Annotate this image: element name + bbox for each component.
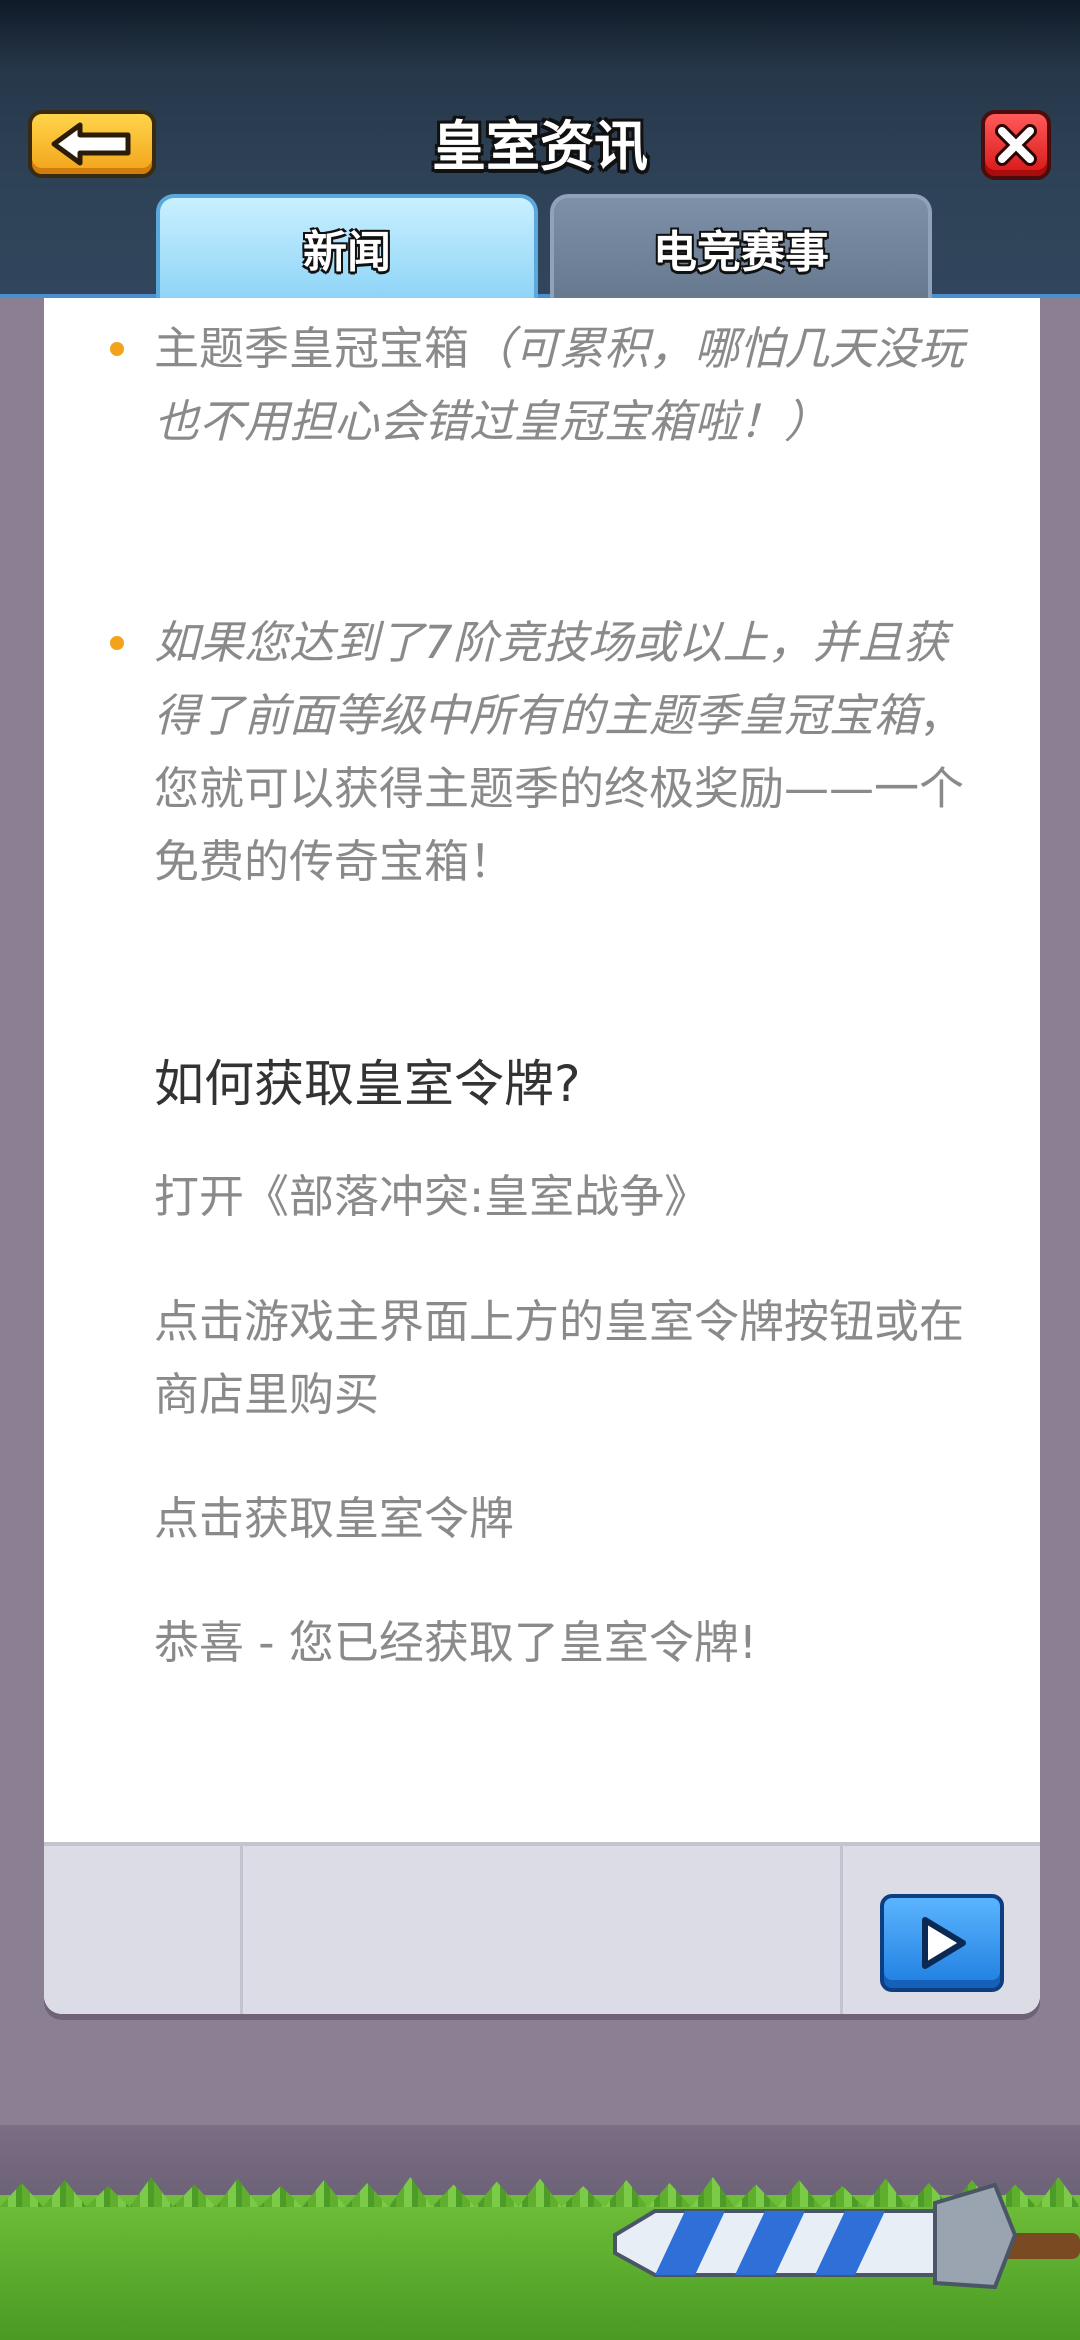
panel-footer xyxy=(44,1842,1040,2014)
rocket-decoration-icon xyxy=(613,2182,1080,2290)
top-bar: 皇室资讯 新闻 电竞赛事 xyxy=(0,0,1080,298)
step-text: 恭喜 - 您已经获取了皇室令牌! xyxy=(154,1616,757,1669)
page-title: 皇室资讯 xyxy=(432,115,648,178)
article-content[interactable]: 主题季皇冠宝箱（可累积，哪怕几天没玩也不用担心会错过皇冠宝箱啦！） 如果您达到了… xyxy=(44,298,1040,1842)
step-text: 点击获取皇室令牌 xyxy=(154,1492,515,1545)
step-text: 打开《部落冲突:皇室战争》 xyxy=(154,1170,710,1223)
divider xyxy=(240,1846,243,2014)
news-panel: 主题季皇冠宝箱（可累积，哪怕几天没玩也不用担心会错过皇冠宝箱啦！） 如果您达到了… xyxy=(44,298,1040,2014)
tab-news[interactable]: 新闻 xyxy=(156,194,538,298)
bullet-text: 主题季皇冠宝箱 xyxy=(154,322,470,375)
list-item: 如果您达到了7阶竞技场或以上，并且获得了前面等级中所有的主题季皇冠宝箱，您就可以… xyxy=(110,606,974,898)
bullet-italic-text: 如果您达到了7阶竞技场或以上，并且获得了前面等级中所有的主题季皇冠宝箱 xyxy=(154,616,948,742)
section-heading: 如何获取皇室令牌? xyxy=(154,1055,581,1113)
next-button[interactable] xyxy=(880,1894,1004,1992)
close-button[interactable] xyxy=(981,110,1051,180)
list-item: 主题季皇冠宝箱（可累积，哪怕几天没玩也不用担心会错过皇冠宝箱啦！） xyxy=(110,312,974,458)
close-x-icon xyxy=(995,124,1037,166)
bullet-dot-icon xyxy=(110,636,124,650)
step-text: 点击游戏主界面上方的皇室令牌按钮或在商店里购买 xyxy=(154,1295,965,1421)
play-next-icon xyxy=(922,1917,966,1969)
tab-esports[interactable]: 电竞赛事 xyxy=(550,194,932,298)
divider xyxy=(840,1846,843,2014)
bullet-dot-icon xyxy=(110,342,124,356)
